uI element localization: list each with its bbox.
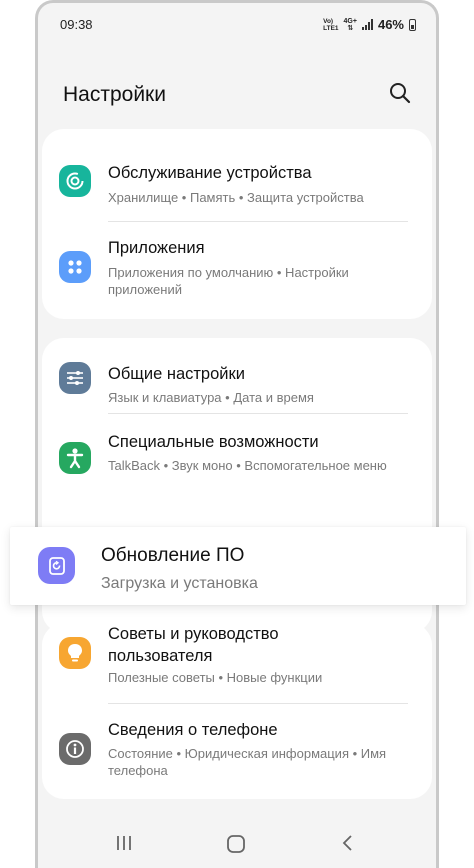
settings-item-about-phone[interactable]: Сведения о телефоне Состояние • Юридичес… bbox=[42, 709, 432, 789]
device-care-icon bbox=[59, 165, 91, 197]
signal-icon bbox=[361, 19, 373, 30]
network-gen-label: 4G+ bbox=[343, 17, 357, 25]
apps-icon bbox=[59, 251, 91, 283]
item-subtitle: Хранилище • Память • Защита устройства bbox=[108, 190, 364, 205]
item-subtitle: Полезные советы • Новые функции bbox=[108, 670, 323, 685]
item-subtitle: Язык и клавиатура • Дата и время bbox=[108, 390, 314, 405]
status-bar: 09:38 Vo) LTE1 4G+ ⇅ 46% bbox=[38, 11, 436, 37]
lightbulb-icon bbox=[59, 637, 91, 669]
item-subtitle: Состояние • Юридическая информация • Имя… bbox=[108, 746, 387, 778]
item-title: Приложения bbox=[108, 239, 205, 257]
software-update-icon bbox=[38, 547, 75, 584]
settings-item-apps[interactable]: Приложения Приложения по умолчанию • Нас… bbox=[42, 227, 432, 307]
item-subtitle: Приложения по умолчанию • Настройки прил… bbox=[108, 265, 349, 297]
item-title: Общие настройки bbox=[108, 365, 245, 383]
item-title: Обновление ПО bbox=[101, 545, 245, 566]
back-icon bbox=[342, 835, 352, 851]
settings-item-software-update[interactable]: Обновление ПО Загрузка и установка bbox=[10, 527, 466, 605]
phone-frame: 09:38 Vo) LTE1 4G+ ⇅ 46% Настройки Обслу… bbox=[35, 0, 439, 868]
settings-group-3: Советы и руководство пользователя Полезн… bbox=[42, 623, 432, 799]
divider bbox=[108, 413, 408, 414]
divider bbox=[108, 221, 408, 222]
page-title: Настройки bbox=[63, 83, 166, 106]
accessibility-icon bbox=[59, 442, 91, 474]
data-arrows-icon: ⇅ bbox=[347, 24, 354, 32]
settings-item-tips[interactable]: Советы и руководство пользователя Полезн… bbox=[42, 623, 432, 703]
divider bbox=[108, 703, 408, 704]
network-type: 4G+ ⇅ bbox=[344, 18, 357, 32]
status-indicators: Vo) LTE1 4G+ ⇅ 46% bbox=[323, 17, 416, 32]
settings-item-general[interactable]: Общие настройки Язык и клавиатура • Дата… bbox=[42, 348, 432, 418]
home-icon bbox=[227, 835, 245, 853]
battery-icon bbox=[409, 18, 416, 31]
item-title: Советы и руководство пользователя bbox=[108, 625, 279, 665]
status-time: 09:38 bbox=[60, 17, 93, 32]
recents-button[interactable] bbox=[114, 833, 134, 858]
lte-label: LTE1 bbox=[323, 24, 339, 32]
item-subtitle: TalkBack • Звук моно • Вспомогательное м… bbox=[108, 458, 387, 473]
info-icon bbox=[59, 733, 91, 765]
item-title: Специальные возможности bbox=[108, 433, 319, 451]
back-button[interactable] bbox=[338, 833, 358, 858]
item-subtitle: Загрузка и установка bbox=[101, 575, 258, 592]
settings-group-1: Обслуживание устройства Хранилище • Памя… bbox=[42, 129, 432, 319]
search-button[interactable] bbox=[387, 80, 413, 106]
sliders-icon bbox=[59, 362, 91, 394]
item-title: Сведения о телефоне bbox=[108, 721, 278, 739]
settings-item-accessibility[interactable]: Специальные возможности TalkBack • Звук … bbox=[42, 418, 432, 498]
recents-icon bbox=[117, 836, 131, 850]
home-button[interactable] bbox=[225, 833, 247, 860]
settings-item-device-care[interactable]: Обслуживание устройства Хранилище • Памя… bbox=[42, 151, 432, 221]
battery-percent: 46% bbox=[377, 17, 404, 32]
volte-label: Vo) bbox=[323, 17, 334, 25]
navigation-bar bbox=[38, 833, 436, 857]
search-icon bbox=[390, 83, 411, 104]
volte-indicator: Vo) LTE1 bbox=[323, 18, 338, 32]
item-title: Обслуживание устройства bbox=[108, 164, 312, 182]
